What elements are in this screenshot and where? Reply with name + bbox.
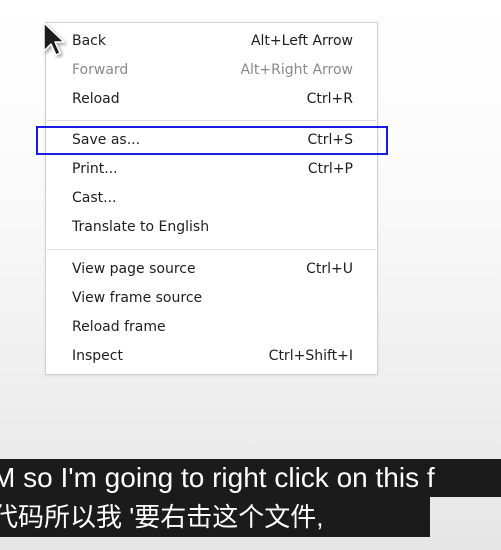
context-menu: Back Alt+Left Arrow Forward Alt+Right Ar… [45,22,378,375]
shortcut-label: Alt+Left Arrow [250,33,353,49]
menu-item-label: Inspect [72,348,123,364]
menu-separator [47,249,376,250]
menu-item-forward[interactable]: Forward Alt+Right Arrow [46,57,377,86]
subtitle-line-chinese: 代码所以我 '要右击这个文件, [0,497,430,537]
menu-item-reload[interactable]: Reload Ctrl+R [46,86,377,115]
shortcut-label: Alt+Right Arrow [240,62,353,78]
menu-item-view-frame-source[interactable]: View frame source [46,285,377,314]
shortcut-label: Ctrl+P [307,161,353,177]
menu-item-label: Translate to English [72,219,210,235]
subtitle-line-english: M so I'm going to right click on this f [0,459,501,497]
menu-item-view-page-source[interactable]: View page source Ctrl+U [46,256,377,285]
menu-item-back[interactable]: Back Alt+Left Arrow [46,28,377,57]
shortcut-label: Ctrl+R [306,91,353,107]
menu-item-label: Forward [72,62,129,78]
menu-item-reload-frame[interactable]: Reload frame [46,314,377,343]
subtitle-text: M so I'm going to right click on this f [0,462,435,493]
subtitle-text: 代码所以我 '要右击这个文件, [0,502,324,532]
mouse-cursor-icon [43,22,65,56]
menu-item-label: Back [72,33,106,49]
menu-item-label: Print... [72,161,118,177]
menu-item-label: View page source [72,261,196,277]
menu-item-label: Cast... [72,190,117,206]
menu-item-translate[interactable]: Translate to English [46,214,377,243]
menu-item-label: Reload frame [72,319,166,335]
shortcut-label: Ctrl+Shift+I [268,348,353,364]
menu-item-cast[interactable]: Cast... [46,185,377,214]
menu-item-inspect[interactable]: Inspect Ctrl+Shift+I [46,343,377,372]
menu-item-label: Reload [72,91,120,107]
menu-item-print[interactable]: Print... Ctrl+P [46,156,377,185]
save-as-highlight-box [36,126,388,155]
shortcut-label: Ctrl+U [306,261,353,277]
menu-item-label: View frame source [72,290,203,306]
menu-separator [47,120,376,121]
